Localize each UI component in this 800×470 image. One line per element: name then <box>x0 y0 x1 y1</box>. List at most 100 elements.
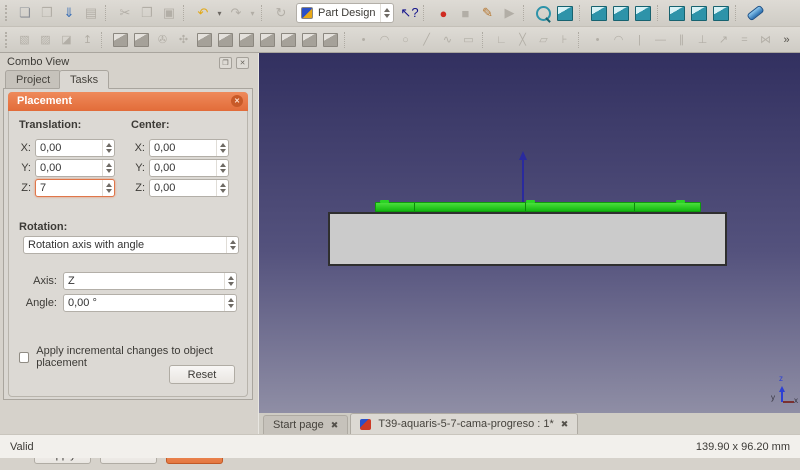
trim-edge-icon[interactable]: ╳ <box>512 30 533 50</box>
macro-stop-icon[interactable]: ■ <box>454 2 476 24</box>
constraint-parallel-icon[interactable]: ∥ <box>671 30 692 50</box>
sketch-point-icon[interactable]: • <box>353 30 374 50</box>
additive-box-icon[interactable] <box>194 30 215 50</box>
bottom-view-icon[interactable] <box>688 2 710 24</box>
macro-edit-icon[interactable]: ✎ <box>476 2 498 24</box>
rear-view-icon[interactable] <box>666 2 688 24</box>
constraint-symmetric-icon[interactable]: ⋈ <box>755 30 776 50</box>
center-x-spinner[interactable] <box>216 140 228 156</box>
left-view-icon[interactable] <box>710 2 732 24</box>
print-icon[interactable]: ▤ <box>80 2 102 24</box>
tab-document[interactable]: T39-aquaris-5-7-cama-progreso : 1* ✖ <box>350 413 578 434</box>
undo-icon[interactable]: ↶ <box>192 2 214 24</box>
center-y-input[interactable] <box>150 160 216 176</box>
translation-x-input[interactable] <box>36 140 102 156</box>
mirror-sketch-icon[interactable]: ⊦ <box>554 30 575 50</box>
angle-spinner[interactable] <box>224 295 236 311</box>
center-z-spinner[interactable] <box>216 180 228 196</box>
workbench-selector[interactable]: Part Design <box>296 3 394 23</box>
right-view-icon[interactable] <box>632 2 654 24</box>
constraint-coincident-icon[interactable]: • <box>587 30 608 50</box>
rotation-mode-select[interactable] <box>23 236 239 254</box>
macro-record-icon[interactable]: ● <box>432 2 454 24</box>
translation-x-spinner[interactable] <box>102 140 114 156</box>
center-x-input[interactable] <box>150 140 216 156</box>
tab-start-page[interactable]: Start page ✖ <box>263 415 348 434</box>
axis-value[interactable] <box>64 273 224 289</box>
mirrored-icon[interactable] <box>320 30 341 50</box>
sketch-polyline-icon[interactable]: ∿ <box>437 30 458 50</box>
translation-z-input[interactable] <box>36 180 102 196</box>
3d-viewport[interactable]: z x y <box>258 53 800 413</box>
rotation-mode-dropdown[interactable] <box>226 237 238 253</box>
top-view-icon[interactable] <box>610 2 632 24</box>
model-body[interactable] <box>328 212 727 266</box>
undo-dropdown-icon[interactable]: ▾ <box>214 2 225 24</box>
redo-icon[interactable]: ↷ <box>225 2 247 24</box>
whats-this-icon[interactable]: ↖? <box>398 2 420 24</box>
angle-input[interactable] <box>64 295 224 311</box>
constraint-arc-icon[interactable]: ◠ <box>608 30 629 50</box>
sketch-circle-icon[interactable]: ○ <box>395 30 416 50</box>
redo-dropdown-icon[interactable]: ▾ <box>247 2 258 24</box>
toolbar-grip[interactable] <box>5 5 10 21</box>
tab-close-icon[interactable]: ✖ <box>561 419 569 430</box>
workbench-dropdown-icon[interactable] <box>380 4 392 22</box>
map-sketch-icon[interactable]: ◪ <box>56 30 77 50</box>
sketch-rectangle-icon[interactable]: ▭ <box>458 30 479 50</box>
pad-icon[interactable] <box>110 30 131 50</box>
tab-project[interactable]: Project <box>5 70 61 89</box>
draft-icon[interactable] <box>299 30 320 50</box>
pocket-icon[interactable] <box>131 30 152 50</box>
tab-tasks[interactable]: Tasks <box>59 70 109 89</box>
center-z-input[interactable] <box>150 180 216 196</box>
create-sketch-icon[interactable]: ▧ <box>14 30 35 50</box>
rotation-mode-value[interactable] <box>24 237 226 253</box>
groove-icon[interactable]: ✣ <box>173 30 194 50</box>
incremental-checkbox[interactable] <box>19 352 29 363</box>
measure-distance-icon[interactable] <box>744 2 766 24</box>
chamfer-icon[interactable] <box>278 30 299 50</box>
constraint-equal-icon[interactable]: = <box>734 30 755 50</box>
edit-sketch-icon[interactable]: ▨ <box>35 30 56 50</box>
axis-select[interactable] <box>63 272 237 290</box>
tab-close-icon[interactable]: ✖ <box>331 420 339 431</box>
translation-y-spinner[interactable] <box>102 160 114 176</box>
leave-sketch-icon[interactable]: ↥ <box>77 30 98 50</box>
sketch-line-icon[interactable]: ╱ <box>416 30 437 50</box>
refresh-icon[interactable]: ↻ <box>270 2 292 24</box>
panel-close-icon[interactable]: ✕ <box>236 57 249 69</box>
revolution-icon[interactable]: ✇ <box>152 30 173 50</box>
constraint-tangent-icon[interactable]: ↗ <box>713 30 734 50</box>
external-geometry-icon[interactable]: ▱ <box>533 30 554 50</box>
toolbar-grip[interactable] <box>5 32 10 48</box>
boolean-icon[interactable] <box>236 30 257 50</box>
save-document-icon[interactable]: ⇓ <box>58 2 80 24</box>
new-document-icon[interactable]: ❏ <box>14 2 36 24</box>
fillet-icon[interactable] <box>257 30 278 50</box>
construction-mode-icon[interactable]: ∟ <box>491 30 512 50</box>
reset-button[interactable]: Reset <box>169 365 235 384</box>
translation-y-input[interactable] <box>36 160 102 176</box>
constraint-horizontal-icon[interactable]: — <box>650 30 671 50</box>
fit-all-icon[interactable] <box>532 2 554 24</box>
translation-z-spinner[interactable] <box>102 180 114 196</box>
axis-dropdown[interactable] <box>224 273 236 289</box>
open-document-icon[interactable]: ❒ <box>36 2 58 24</box>
copy-icon[interactable]: ❐ <box>136 2 158 24</box>
z-axis-arrow[interactable] <box>522 156 524 202</box>
subtractive-box-icon[interactable] <box>215 30 236 50</box>
macro-play-icon[interactable]: ▶ <box>498 2 520 24</box>
axonometric-view-icon[interactable] <box>554 2 576 24</box>
placement-dialog-header[interactable]: Placement ✕ <box>8 92 248 111</box>
cut-icon[interactable]: ✂ <box>114 2 136 24</box>
constraint-perpendicular-icon[interactable]: ⊥ <box>692 30 713 50</box>
constraint-vertical-icon[interactable]: | <box>629 30 650 50</box>
selected-part-highlighted[interactable] <box>375 202 701 212</box>
center-y-spinner[interactable] <box>216 160 228 176</box>
sketch-arc-icon[interactable]: ◠ <box>374 30 395 50</box>
paste-icon[interactable]: ▣ <box>158 2 180 24</box>
panel-float-icon[interactable]: ❐ <box>219 57 232 69</box>
placement-collapse-icon[interactable]: ✕ <box>231 95 243 107</box>
front-view-icon[interactable] <box>588 2 610 24</box>
